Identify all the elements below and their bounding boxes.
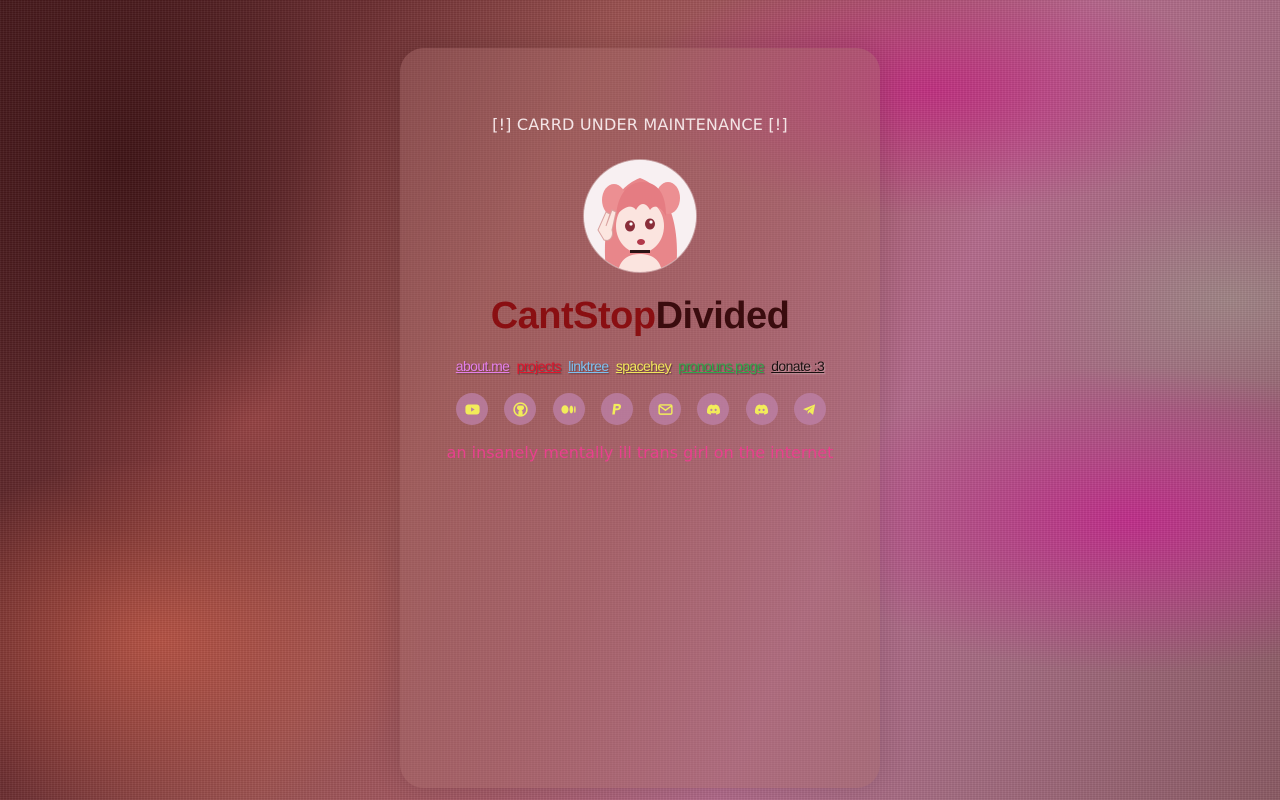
maintenance-notice: [!] CARRD UNDER MAINTENANCE [!] bbox=[492, 115, 788, 134]
link-about-me[interactable]: about.me bbox=[456, 358, 510, 374]
avatar bbox=[584, 160, 696, 272]
link-pronouns-page[interactable]: pronouns.page bbox=[678, 358, 764, 374]
page-title: CantStopDivided bbox=[0, 295, 1280, 338]
title-part-1: CantStop bbox=[490, 295, 656, 337]
youtube-icon[interactable] bbox=[456, 393, 488, 425]
github-icon[interactable] bbox=[504, 393, 537, 425]
nav-links: about.me projects linktree spacehey pron… bbox=[0, 358, 1280, 374]
social-icons bbox=[456, 393, 826, 425]
link-donate[interactable]: donate :3 bbox=[771, 358, 825, 374]
link-linktree[interactable]: linktree bbox=[568, 358, 609, 374]
medium-icon[interactable] bbox=[552, 393, 585, 425]
tagline: an insanely mentally ill trans girl on t… bbox=[446, 443, 834, 462]
discord-icon[interactable] bbox=[697, 393, 730, 425]
avatar-image bbox=[584, 160, 696, 272]
paypal-icon[interactable] bbox=[600, 393, 633, 425]
link-projects[interactable]: projects bbox=[517, 358, 562, 374]
telegram-icon[interactable] bbox=[793, 393, 826, 425]
discord-icon[interactable] bbox=[745, 393, 778, 425]
link-spacehey[interactable]: spacehey bbox=[616, 358, 672, 374]
email-icon[interactable] bbox=[649, 393, 682, 425]
title-part-2: Divided bbox=[655, 295, 790, 337]
